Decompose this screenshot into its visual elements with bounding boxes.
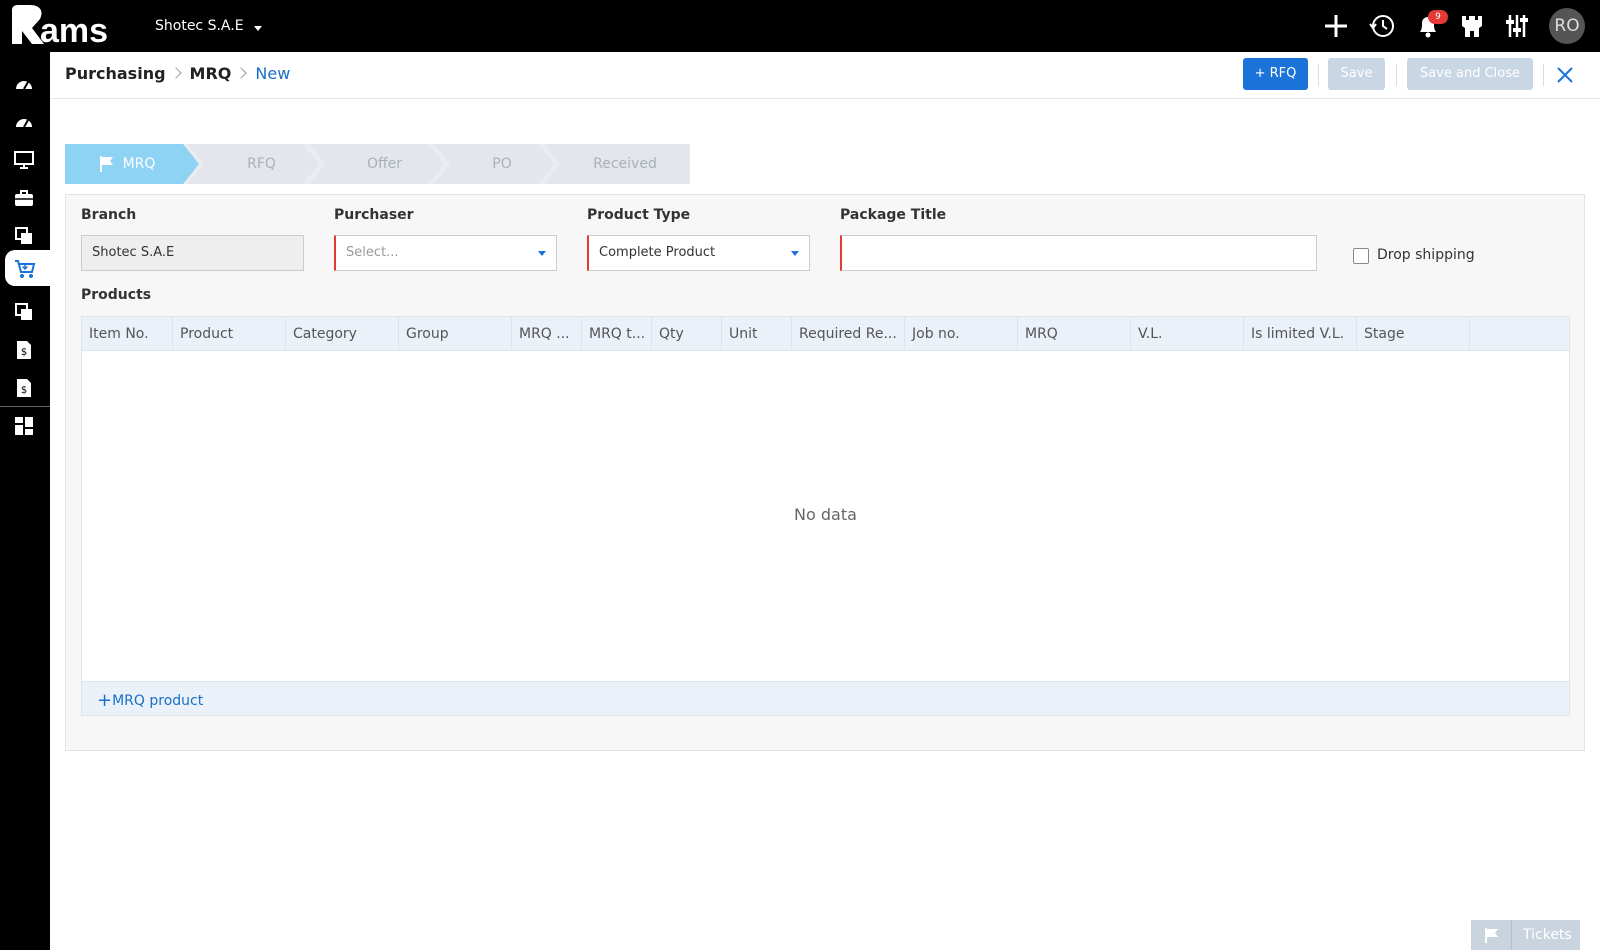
empty-state-text: No data [794, 505, 857, 524]
column-header[interactable]: Category [286, 317, 399, 351]
castle-icon[interactable] [1458, 12, 1486, 40]
dropdown-arrow-icon [791, 251, 799, 256]
step-rfq: RFQ [247, 156, 276, 172]
column-header[interactable]: V.L. [1131, 317, 1244, 351]
grid-icon [15, 417, 33, 435]
drop-shipping-label[interactable]: Drop shipping [1377, 247, 1475, 263]
column-header [1470, 317, 1569, 351]
package-title-label: Package Title [840, 207, 947, 223]
invoice-icon: $ [17, 379, 31, 397]
purchaser-select[interactable]: Select... [334, 235, 557, 271]
sidebar-item-dashboard[interactable] [0, 66, 50, 102]
sidebar-item-invoice[interactable]: $ [0, 332, 50, 368]
briefcase-icon [15, 190, 33, 206]
add-icon[interactable] [1322, 12, 1350, 40]
chevron-right-icon [235, 67, 248, 79]
save-and-close-button[interactable]: Save and Close [1407, 58, 1533, 90]
layers-icon [15, 303, 32, 320]
sidebar-item-grid[interactable] [0, 408, 50, 444]
mrq-form-panel: Branch Shotec S.A.E Purchaser Select... … [65, 194, 1585, 751]
package-title-input[interactable] [840, 235, 1317, 271]
layers-icon [15, 227, 32, 244]
dashboard-icon [16, 119, 32, 128]
column-header[interactable]: Job no. [905, 317, 1018, 351]
add-mrq-product-label: MRQ product [112, 693, 204, 709]
column-header[interactable]: MRQ [1018, 317, 1131, 351]
tickets-button[interactable]: Tickets [1471, 920, 1580, 950]
branch-label: Branch [81, 207, 137, 223]
table-header: Item No. Product Category Group MRQ ... … [82, 317, 1569, 351]
sidebar-item-purchasing[interactable] [5, 250, 50, 286]
product-type-value: Complete Product [599, 245, 716, 260]
monitor-icon [14, 151, 34, 169]
company-name: Shotec S.A.E [155, 18, 244, 34]
rams-logo[interactable]: ams [10, 4, 132, 46]
svg-text:$: $ [21, 347, 27, 358]
svg-text:ams: ams [40, 12, 108, 46]
sidebar-item-layers[interactable] [0, 218, 50, 254]
sidebar-item-briefcase[interactable] [0, 180, 50, 216]
step-offer: Offer [366, 156, 403, 172]
column-header[interactable]: Group [399, 317, 512, 351]
column-header[interactable]: Stage [1357, 317, 1470, 351]
step-received: Received [593, 156, 657, 172]
tickets-icon-box [1471, 920, 1512, 950]
products-table: Item No. Product Category Group MRQ ... … [81, 316, 1570, 716]
notification-badge: 9 [1428, 10, 1448, 24]
sidebar-item-layers-2[interactable] [0, 294, 50, 330]
user-avatar[interactable]: RO [1549, 8, 1585, 44]
product-type-label: Product Type [587, 207, 691, 223]
column-header[interactable]: MRQ t... [582, 317, 652, 351]
sidebar-item-invoice-2[interactable]: $ [0, 370, 50, 406]
add-rfq-button[interactable]: + RFQ [1243, 58, 1308, 90]
purchaser-placeholder: Select... [346, 245, 399, 260]
sidebar-divider [0, 406, 50, 407]
column-header[interactable]: MRQ ... [512, 317, 582, 351]
svg-text:$: $ [21, 385, 27, 396]
purchaser-label: Purchaser [334, 207, 414, 223]
column-header[interactable]: Required Re... [792, 317, 905, 351]
step-mrq: MRQ [122, 156, 156, 172]
cart-icon [15, 260, 36, 278]
sidebar-item-monitor[interactable] [0, 142, 50, 178]
dropdown-arrow-icon [538, 251, 546, 256]
tickets-label: Tickets [1523, 927, 1572, 943]
save-button[interactable]: Save [1328, 58, 1385, 90]
column-header[interactable]: Unit [722, 317, 792, 351]
company-selector[interactable]: Shotec S.A.E [155, 18, 262, 34]
column-header[interactable]: Product [173, 317, 286, 351]
column-header[interactable]: Is limited V.L. [1244, 317, 1357, 351]
divider [1543, 64, 1544, 86]
breadcrumb-purchasing[interactable]: Purchasing [65, 64, 166, 83]
divider [1396, 64, 1397, 86]
sidebar-item-dashboard-2[interactable] [0, 104, 50, 140]
dashboard-icon [16, 81, 32, 90]
sliders-icon[interactable] [1503, 12, 1531, 40]
workflow-steps: MRQ RFQ Offer PO Received [65, 144, 690, 184]
column-header[interactable]: Item No. [82, 317, 173, 351]
top-bar: ams Shotec S.A.E 9 RO [0, 0, 1600, 52]
history-icon[interactable] [1368, 12, 1396, 40]
add-mrq-product-button[interactable]: +MRQ product [97, 690, 203, 711]
plus-icon: + [97, 690, 113, 711]
flag-icon [1485, 928, 1498, 943]
invoice-icon: $ [17, 341, 31, 359]
breadcrumb-current: New [255, 64, 291, 83]
step-po: PO [492, 156, 512, 172]
chevron-down-icon [253, 25, 262, 31]
table-footer: +MRQ product [82, 681, 1569, 715]
drop-shipping-checkbox[interactable] [1353, 248, 1369, 264]
flag-icon [100, 156, 113, 172]
column-header[interactable]: Qty [652, 317, 722, 351]
close-icon[interactable] [1554, 64, 1576, 86]
divider [1318, 64, 1319, 86]
products-label: Products [81, 287, 152, 303]
breadcrumb-mrq[interactable]: MRQ [190, 64, 232, 83]
sidebar: $ $ [0, 52, 50, 950]
page-header: Purchasing MRQ New + RFQ Save Save and Clo… [50, 52, 1600, 99]
product-type-select[interactable]: Complete Product [587, 235, 810, 271]
branch-field: Shotec S.A.E [81, 235, 304, 271]
breadcrumb: Purchasing MRQ New [65, 64, 290, 83]
chevron-right-icon [169, 67, 182, 79]
